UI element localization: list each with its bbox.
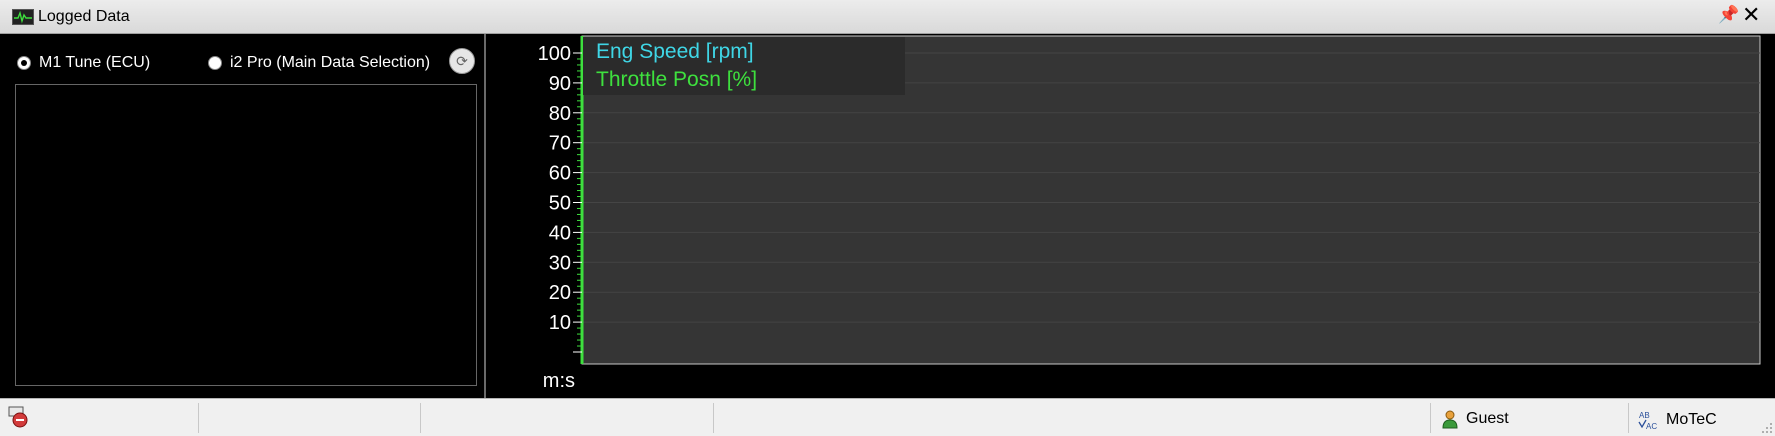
y-tick-label: 90 xyxy=(549,73,571,95)
y-tick-label: 10 xyxy=(549,312,571,334)
time-chart[interactable]: 100 90 80 70 60 50 40 30 20 10 Eng Speed [rpm] Thro… xyxy=(486,34,1775,398)
connection-status-icon[interactable] xyxy=(6,405,30,429)
source-label: i2 Pro (Main Data Selection) xyxy=(230,54,431,71)
radio-selected-indicator[interactable] xyxy=(17,56,31,70)
data-list[interactable] xyxy=(15,84,477,386)
source-label: M1 Tune (ECU) xyxy=(39,54,151,71)
y-tick-label: 60 xyxy=(549,163,571,185)
user-status[interactable]: Guest xyxy=(1440,409,1509,429)
legend-entry: Eng Speed [rpm] xyxy=(596,40,754,63)
window-titlebar: Logged Data 📌 ✕ xyxy=(0,0,1775,34)
pin-icon[interactable]: 📌 xyxy=(1718,5,1739,25)
svg-text:AB: AB xyxy=(1639,411,1650,420)
status-divider xyxy=(1628,403,1629,433)
spellcheck-icon: AB AC xyxy=(1638,411,1657,431)
logged-data-icon xyxy=(12,9,34,25)
y-tick-label: 30 xyxy=(549,252,571,274)
user-name: Guest xyxy=(1466,410,1509,427)
svg-text:AC: AC xyxy=(1646,422,1657,431)
source-radio-i2-pro[interactable]: i2 Pro (Main Data Selection) xyxy=(208,52,430,74)
refresh-icon[interactable]: ⟳ xyxy=(449,48,475,74)
source-radio-m1-tune[interactable]: M1 Tune (ECU) xyxy=(17,52,150,74)
y-tick-label: 80 xyxy=(549,103,571,125)
chart-area[interactable]: 100 90 80 70 60 50 40 30 20 10 Eng Speed [rpm] Thro… xyxy=(486,34,1775,398)
y-tick-label: 40 xyxy=(549,222,571,244)
radio-indicator[interactable] xyxy=(208,56,222,70)
status-bar: Guest AB AC MoTeC xyxy=(0,398,1775,436)
y-tick-label: 70 xyxy=(549,133,571,155)
x-axis-label: m:s xyxy=(543,370,575,392)
organization-status[interactable]: AB AC MoTeC xyxy=(1638,409,1717,431)
y-tick-label: 20 xyxy=(549,282,571,304)
organization-name: MoTeC xyxy=(1666,411,1717,428)
resize-grip-icon[interactable] xyxy=(1761,422,1773,434)
legend-entry: Throttle Posn [%] xyxy=(596,68,757,91)
status-divider xyxy=(713,403,714,433)
user-icon xyxy=(1442,410,1458,429)
status-divider xyxy=(1430,403,1431,433)
window-title: Logged Data xyxy=(38,8,130,25)
data-source-panel: M1 Tune (ECU) i2 Pro (Main Data Selectio… xyxy=(0,34,484,398)
close-icon[interactable]: ✕ xyxy=(1742,2,1760,28)
status-divider xyxy=(198,403,199,433)
y-tick-label: 100 xyxy=(538,43,571,65)
status-divider xyxy=(420,403,421,433)
y-tick-label: 50 xyxy=(549,193,571,215)
